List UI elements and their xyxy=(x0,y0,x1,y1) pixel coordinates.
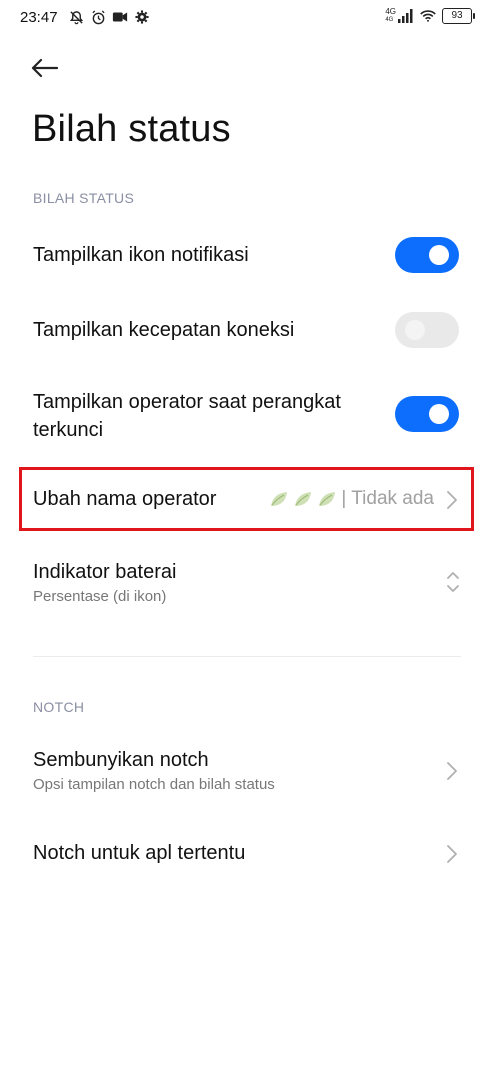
setting-label: Sembunyikan notch xyxy=(33,749,209,771)
setting-label: Notch untuk apl tertentu xyxy=(33,842,246,864)
battery-icon: 93 xyxy=(442,8,475,24)
back-button[interactable] xyxy=(30,52,66,84)
setting-label: Indikator baterai xyxy=(33,561,177,583)
setting-battery-indicator[interactable]: Indikator baterai Persentase (di ikon) xyxy=(0,552,494,618)
setting-subtitle: Persentase (di ikon) xyxy=(33,588,167,605)
section-header-notch: NOTCH xyxy=(33,699,85,715)
signal-icon xyxy=(398,8,414,24)
connection-speed-toggle[interactable] xyxy=(395,312,459,348)
network-type-top: 4G xyxy=(385,7,396,16)
status-time: 23:47 xyxy=(20,9,58,26)
status-icons-right: 4G 4G 93 xyxy=(385,8,475,24)
setting-show-connection-speed[interactable]: Tampilkan kecepatan koneksi xyxy=(0,305,494,359)
toggle-knob xyxy=(429,404,449,424)
alarm-icon xyxy=(90,9,106,25)
chevron-right-icon xyxy=(446,844,458,869)
chevron-right-icon xyxy=(446,761,458,786)
section-divider xyxy=(33,656,461,657)
highlight-box xyxy=(19,467,474,531)
page-title: Bilah status xyxy=(32,108,231,150)
setting-show-operator-locked[interactable]: Tampilkan operator saat perangkat terkun… xyxy=(0,380,494,450)
setting-notch-for-apps[interactable]: Notch untuk apl tertentu xyxy=(0,826,494,880)
toggle-knob xyxy=(429,245,449,265)
section-header-status-bar: BILAH STATUS xyxy=(33,190,135,206)
setting-hide-notch[interactable]: Sembunyikan notch Opsi tampilan notch da… xyxy=(0,740,494,806)
status-bar: 23:47 4G 4G 93 xyxy=(0,0,494,36)
notification-icons-toggle[interactable] xyxy=(395,237,459,273)
setting-label-line2: terkunci xyxy=(33,419,104,441)
setting-label: Tampilkan kecepatan koneksi xyxy=(33,319,295,341)
notifications-off-icon xyxy=(68,9,84,25)
network-type-bottom: 4G xyxy=(385,17,394,23)
gear-icon xyxy=(134,9,150,25)
arrow-left-icon xyxy=(31,58,58,78)
setting-label-line1: Tampilkan operator saat perangkat xyxy=(33,391,341,413)
setting-show-notification-icons[interactable]: Tampilkan ikon notifikasi xyxy=(0,230,494,284)
status-icons-left xyxy=(68,9,150,25)
toggle-knob xyxy=(405,320,425,340)
chevron-up-down-icon xyxy=(446,570,460,599)
setting-label: Tampilkan ikon notifikasi xyxy=(33,244,249,266)
wifi-icon xyxy=(420,8,436,24)
network-type-label: 4G 4G xyxy=(385,8,396,24)
operator-locked-toggle[interactable] xyxy=(395,396,459,432)
video-camera-icon xyxy=(112,9,128,25)
setting-subtitle: Opsi tampilan notch dan bilah status xyxy=(33,776,275,793)
